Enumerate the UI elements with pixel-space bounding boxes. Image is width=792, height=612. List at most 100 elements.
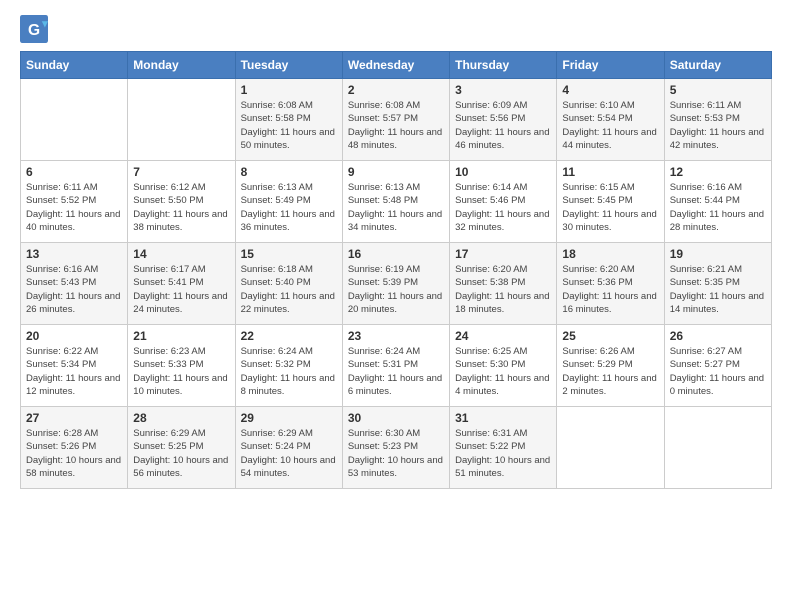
day-info: Sunrise: 6:28 AM Sunset: 5:26 PM Dayligh… [26, 427, 122, 480]
column-header-thursday: Thursday [450, 52, 557, 79]
calendar-cell: 25 Sunrise: 6:26 AM Sunset: 5:29 PM Dayli… [557, 325, 664, 407]
day-number: 26 [670, 329, 766, 343]
day-number: 22 [241, 329, 337, 343]
day-info: Sunrise: 6:31 AM Sunset: 5:22 PM Dayligh… [455, 427, 551, 480]
day-number: 15 [241, 247, 337, 261]
day-number: 19 [670, 247, 766, 261]
column-header-saturday: Saturday [664, 52, 771, 79]
column-header-monday: Monday [128, 52, 235, 79]
calendar-cell: 14 Sunrise: 6:17 AM Sunset: 5:41 PM Dayli… [128, 243, 235, 325]
day-number: 13 [26, 247, 122, 261]
day-info: Sunrise: 6:10 AM Sunset: 5:54 PM Dayligh… [562, 99, 658, 152]
calendar-cell: 23 Sunrise: 6:24 AM Sunset: 5:31 PM Dayli… [342, 325, 449, 407]
header-row: SundayMondayTuesdayWednesdayThursdayFrid… [21, 52, 772, 79]
day-info: Sunrise: 6:09 AM Sunset: 5:56 PM Dayligh… [455, 99, 551, 152]
calendar-cell: 21Sunrise: 6:23 AM Sunset: 5:33 PM Dayli… [128, 325, 235, 407]
day-info: Sunrise: 6:17 AM Sunset: 5:41 PM Dayligh… [133, 263, 229, 316]
calendar-week-4: 20Sunrise: 6:22 AM Sunset: 5:34 PM Dayli… [21, 325, 772, 407]
day-number: 17 [455, 247, 551, 261]
calendar-week-3: 13 Sunrise: 6:16 AM Sunset: 5:43 PM Dayli… [21, 243, 772, 325]
day-info: Sunrise: 6:11 AM Sunset: 5:53 PM Dayligh… [670, 99, 766, 152]
calendar-table: SundayMondayTuesdayWednesdayThursdayFrid… [20, 51, 772, 489]
day-number: 25 [562, 329, 658, 343]
day-number: 30 [348, 411, 444, 425]
day-number: 23 [348, 329, 444, 343]
calendar-cell: 9 Sunrise: 6:13 AM Sunset: 5:48 PM Daylig… [342, 161, 449, 243]
calendar-cell: 3 Sunrise: 6:09 AM Sunset: 5:56 PM Daylig… [450, 79, 557, 161]
calendar-week-5: 27 Sunrise: 6:28 AM Sunset: 5:26 PM Dayli… [21, 407, 772, 489]
day-number: 6 [26, 165, 122, 179]
day-info: Sunrise: 6:30 AM Sunset: 5:23 PM Dayligh… [348, 427, 444, 480]
column-header-tuesday: Tuesday [235, 52, 342, 79]
day-info: Sunrise: 6:21 AM Sunset: 5:35 PM Dayligh… [670, 263, 766, 316]
day-number: 9 [348, 165, 444, 179]
calendar-cell: 22Sunrise: 6:24 AM Sunset: 5:32 PM Dayli… [235, 325, 342, 407]
day-number: 29 [241, 411, 337, 425]
calendar-cell: 30 Sunrise: 6:30 AM Sunset: 5:23 PM Dayli… [342, 407, 449, 489]
day-info: Sunrise: 6:13 AM Sunset: 5:49 PM Dayligh… [241, 181, 337, 234]
day-info: Sunrise: 6:19 AM Sunset: 5:39 PM Dayligh… [348, 263, 444, 316]
calendar-cell: 2Sunrise: 6:08 AM Sunset: 5:57 PM Daylig… [342, 79, 449, 161]
main-container: G SundayMondayTuesdayWednesdayThursdayFr… [0, 0, 792, 612]
day-info: Sunrise: 6:13 AM Sunset: 5:48 PM Dayligh… [348, 181, 444, 234]
day-info: Sunrise: 6:29 AM Sunset: 5:24 PM Dayligh… [241, 427, 337, 480]
day-number: 24 [455, 329, 551, 343]
calendar-cell [557, 407, 664, 489]
calendar-cell: 15 Sunrise: 6:18 AM Sunset: 5:40 PM Dayli… [235, 243, 342, 325]
calendar-week-1: 1Sunrise: 6:08 AM Sunset: 5:58 PM Daylig… [21, 79, 772, 161]
day-info: Sunrise: 6:12 AM Sunset: 5:50 PM Dayligh… [133, 181, 229, 234]
calendar-cell: 5 Sunrise: 6:11 AM Sunset: 5:53 PM Daylig… [664, 79, 771, 161]
day-info: Sunrise: 6:24 AM Sunset: 5:31 PM Dayligh… [348, 345, 444, 398]
calendar-week-2: 6 Sunrise: 6:11 AM Sunset: 5:52 PM Daylig… [21, 161, 772, 243]
column-header-wednesday: Wednesday [342, 52, 449, 79]
calendar-cell [664, 407, 771, 489]
day-number: 28 [133, 411, 229, 425]
calendar-cell: 8 Sunrise: 6:13 AM Sunset: 5:49 PM Daylig… [235, 161, 342, 243]
header: G [20, 15, 772, 43]
day-number: 31 [455, 411, 551, 425]
day-number: 7 [133, 165, 229, 179]
logo-icon: G [20, 15, 48, 43]
day-number: 3 [455, 83, 551, 97]
calendar-cell: 6 Sunrise: 6:11 AM Sunset: 5:52 PM Daylig… [21, 161, 128, 243]
day-info: Sunrise: 6:08 AM Sunset: 5:57 PM Dayligh… [348, 99, 444, 152]
logo: G [20, 15, 52, 43]
calendar-cell: 16 Sunrise: 6:19 AM Sunset: 5:39 PM Dayli… [342, 243, 449, 325]
day-number: 12 [670, 165, 766, 179]
calendar-cell: 19 Sunrise: 6:21 AM Sunset: 5:35 PM Dayli… [664, 243, 771, 325]
day-number: 5 [670, 83, 766, 97]
day-number: 27 [26, 411, 122, 425]
day-info: Sunrise: 6:20 AM Sunset: 5:38 PM Dayligh… [455, 263, 551, 316]
calendar-cell: 4 Sunrise: 6:10 AM Sunset: 5:54 PM Daylig… [557, 79, 664, 161]
calendar-cell: 31 Sunrise: 6:31 AM Sunset: 5:22 PM Dayli… [450, 407, 557, 489]
calendar-cell: 12Sunrise: 6:16 AM Sunset: 5:44 PM Dayli… [664, 161, 771, 243]
day-info: Sunrise: 6:29 AM Sunset: 5:25 PM Dayligh… [133, 427, 229, 480]
day-info: Sunrise: 6:26 AM Sunset: 5:29 PM Dayligh… [562, 345, 658, 398]
column-header-sunday: Sunday [21, 52, 128, 79]
day-info: Sunrise: 6:15 AM Sunset: 5:45 PM Dayligh… [562, 181, 658, 234]
calendar-cell: 10 Sunrise: 6:14 AM Sunset: 5:46 PM Dayli… [450, 161, 557, 243]
calendar-cell: 18Sunrise: 6:20 AM Sunset: 5:36 PM Dayli… [557, 243, 664, 325]
column-header-friday: Friday [557, 52, 664, 79]
day-number: 4 [562, 83, 658, 97]
day-number: 20 [26, 329, 122, 343]
day-number: 10 [455, 165, 551, 179]
calendar-cell: 17 Sunrise: 6:20 AM Sunset: 5:38 PM Dayli… [450, 243, 557, 325]
day-number: 14 [133, 247, 229, 261]
day-info: Sunrise: 6:16 AM Sunset: 5:43 PM Dayligh… [26, 263, 122, 316]
day-info: Sunrise: 6:18 AM Sunset: 5:40 PM Dayligh… [241, 263, 337, 316]
calendar-cell [21, 79, 128, 161]
day-info: Sunrise: 6:11 AM Sunset: 5:52 PM Dayligh… [26, 181, 122, 234]
calendar-cell: 13 Sunrise: 6:16 AM Sunset: 5:43 PM Dayli… [21, 243, 128, 325]
day-info: Sunrise: 6:25 AM Sunset: 5:30 PM Dayligh… [455, 345, 551, 398]
day-info: Sunrise: 6:23 AM Sunset: 5:33 PM Dayligh… [133, 345, 229, 398]
day-number: 1 [241, 83, 337, 97]
calendar-cell: 1Sunrise: 6:08 AM Sunset: 5:58 PM Daylig… [235, 79, 342, 161]
day-number: 16 [348, 247, 444, 261]
calendar-cell: 11Sunrise: 6:15 AM Sunset: 5:45 PM Dayli… [557, 161, 664, 243]
day-number: 8 [241, 165, 337, 179]
day-info: Sunrise: 6:27 AM Sunset: 5:27 PM Dayligh… [670, 345, 766, 398]
svg-text:G: G [28, 22, 40, 39]
calendar-cell: 20Sunrise: 6:22 AM Sunset: 5:34 PM Dayli… [21, 325, 128, 407]
day-info: Sunrise: 6:14 AM Sunset: 5:46 PM Dayligh… [455, 181, 551, 234]
